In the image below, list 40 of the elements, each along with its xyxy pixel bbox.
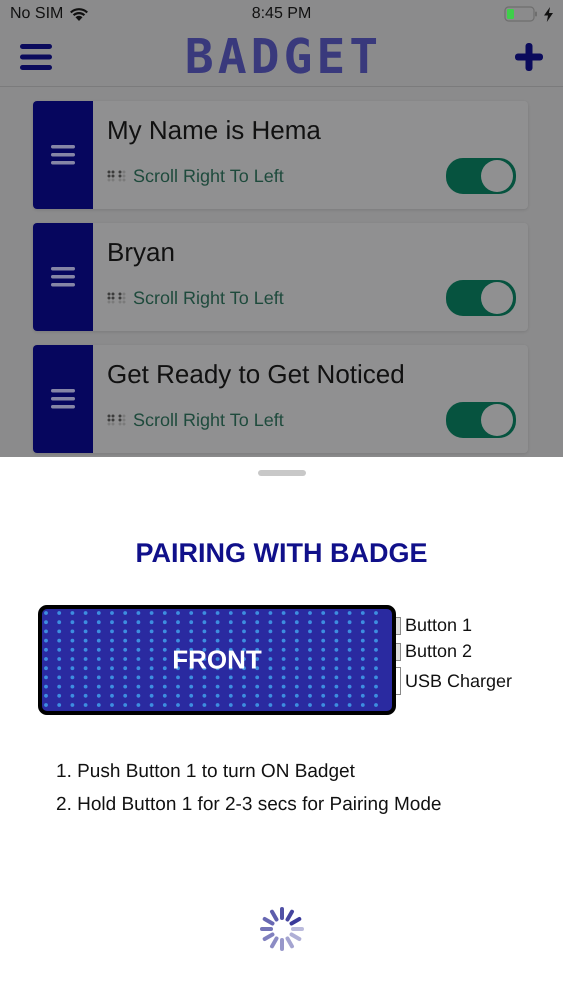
side-button-marker — [396, 642, 401, 660]
toggle-switch[interactable] — [446, 280, 516, 316]
loading-spinner-icon — [258, 905, 306, 953]
drag-handle[interactable] — [33, 223, 93, 331]
sheet-title: PAIRING WITH BADGE — [136, 538, 428, 569]
menu-icon[interactable] — [20, 44, 52, 70]
badge-title: My Name is Hema — [107, 115, 322, 146]
drag-icon — [51, 267, 75, 287]
clock: 8:45 PM — [252, 5, 312, 23]
badge-front-label: FRONT — [172, 644, 262, 676]
badge-card[interactable]: Bryan Scroll Right To Left — [33, 223, 528, 331]
scroll-mode-label: Scroll Right To Left — [133, 166, 285, 186]
drag-icon — [51, 389, 75, 409]
drag-handle[interactable] — [33, 101, 93, 209]
toggle-switch[interactable] — [446, 158, 516, 194]
instruction-step: 1. Push Button 1 to turn ON Badget — [56, 761, 442, 783]
toggle-switch[interactable] — [446, 402, 516, 438]
badge-title: Get Ready to Get Noticed — [107, 359, 406, 390]
badge-card[interactable]: Get Ready to Get Noticed Scroll Right To Left — [33, 345, 528, 453]
side-label: Button 1 — [405, 615, 472, 636]
scroll-mode-label: Scroll Right To Left — [133, 410, 285, 430]
badge-title: Bryan — [107, 237, 176, 268]
badge-card[interactable]: My Name is Hema Scroll Right To Left — [33, 101, 528, 209]
wifi-icon — [69, 6, 90, 22]
scroll-mode-label: Scroll Right To Left — [133, 288, 285, 308]
side-label: USB Charger — [405, 670, 512, 692]
battery-icon — [504, 6, 538, 22]
side-button-marker — [396, 667, 401, 695]
drag-icon — [51, 145, 75, 165]
instruction-step: 2. Hold Button 1 for 2-3 secs for Pairing Mode — [56, 794, 442, 816]
dot-matrix-icon — [107, 414, 127, 426]
side-label: Button 2 — [405, 641, 472, 662]
dot-matrix-icon — [107, 170, 127, 182]
side-button-marker — [396, 616, 401, 634]
charging-icon — [544, 6, 553, 22]
app-logo: BADGET — [184, 29, 382, 85]
drag-handle[interactable] — [33, 345, 93, 453]
carrier-label: No SIM — [10, 5, 64, 23]
add-icon[interactable] — [514, 43, 543, 71]
dot-matrix-icon — [107, 292, 127, 304]
